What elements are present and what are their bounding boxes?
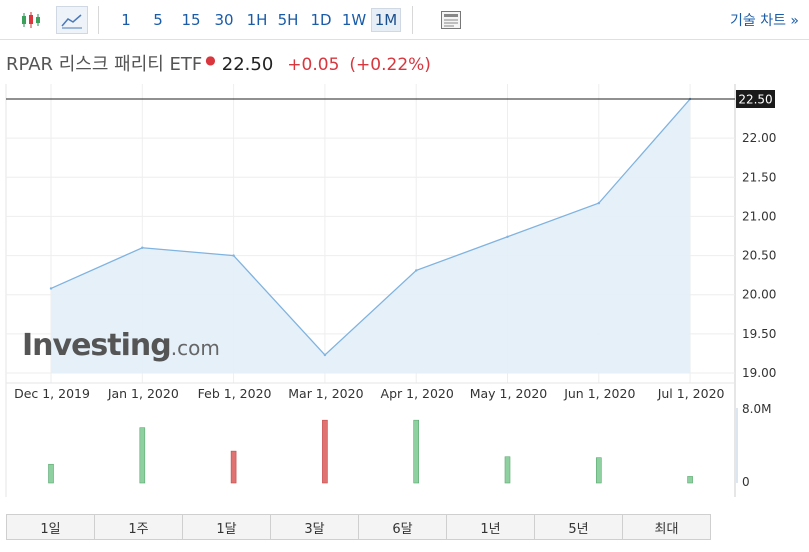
x-tick-label: May 1, 2020 bbox=[470, 386, 548, 401]
volume-bar bbox=[48, 463, 54, 484]
data-point bbox=[49, 287, 53, 290]
volume-bar bbox=[504, 456, 511, 484]
y-tick-label: 19.00 bbox=[742, 366, 776, 380]
time-range-selector: 1일 1주 1달 3달 6달 1년 5년 최대 bbox=[6, 514, 711, 540]
volume-bar bbox=[230, 450, 237, 484]
range-6m[interactable]: 6달 bbox=[358, 514, 447, 540]
volume-bar bbox=[413, 419, 420, 484]
range-max[interactable]: 최대 bbox=[622, 514, 711, 540]
y-tick-label: 20.00 bbox=[742, 288, 776, 302]
x-tick-label: Dec 1, 2019 bbox=[14, 386, 90, 401]
x-tick-label: Apr 1, 2020 bbox=[381, 386, 454, 401]
x-tick-label: Jul 1, 2020 bbox=[657, 386, 725, 401]
range-3m[interactable]: 3달 bbox=[270, 514, 359, 540]
y-tick-label: 19.50 bbox=[742, 327, 776, 341]
x-tick-label: Jan 1, 2020 bbox=[107, 386, 179, 401]
volume-bar bbox=[322, 419, 328, 484]
x-tick-label: Feb 1, 2020 bbox=[198, 386, 272, 401]
y-axis: 19.00 19.50 20.00 20.50 21.00 21.50 22.00 bbox=[742, 131, 776, 380]
range-5y[interactable]: 5년 bbox=[534, 514, 623, 540]
volume-bar bbox=[595, 457, 602, 484]
data-point bbox=[141, 246, 144, 249]
watermark-text: Investing bbox=[22, 328, 172, 363]
range-1y[interactable]: 1년 bbox=[446, 514, 535, 540]
volume-chart: 8.0M 0 bbox=[48, 402, 771, 489]
investing-watermark: Investing.com bbox=[22, 328, 220, 363]
data-point bbox=[506, 235, 509, 238]
data-point bbox=[323, 353, 327, 357]
data-point bbox=[597, 201, 600, 205]
y-tick-label: 20.50 bbox=[742, 249, 776, 263]
data-point bbox=[415, 269, 418, 272]
last-price-label: 22.50 bbox=[738, 93, 772, 107]
range-1m[interactable]: 1달 bbox=[182, 514, 271, 540]
x-axis: Dec 1, 2019 Jan 1, 2020 Feb 1, 2020 Mar 1, … bbox=[14, 386, 724, 401]
volume-bar bbox=[687, 476, 693, 484]
y-tick-label: 22.00 bbox=[742, 131, 776, 145]
volume-bar bbox=[139, 427, 146, 484]
volume-max-label: 8.0M bbox=[742, 402, 771, 416]
range-1w[interactable]: 1주 bbox=[94, 514, 183, 540]
y-tick-label: 21.50 bbox=[742, 170, 776, 184]
last-price-marker: 22.50 bbox=[6, 90, 775, 108]
x-tick-label: Mar 1, 2020 bbox=[288, 386, 363, 401]
x-tick-label: Jun 1, 2020 bbox=[563, 386, 635, 401]
y-tick-label: 21.00 bbox=[742, 209, 776, 223]
watermark-domain: .com bbox=[170, 336, 220, 360]
price-chart: 19.00 19.50 20.00 20.50 21.00 21.50 22.00 Dec … bbox=[5, 84, 776, 497]
volume-min-label: 0 bbox=[742, 475, 750, 489]
data-point bbox=[232, 254, 235, 257]
range-1d[interactable]: 1일 bbox=[6, 514, 95, 540]
